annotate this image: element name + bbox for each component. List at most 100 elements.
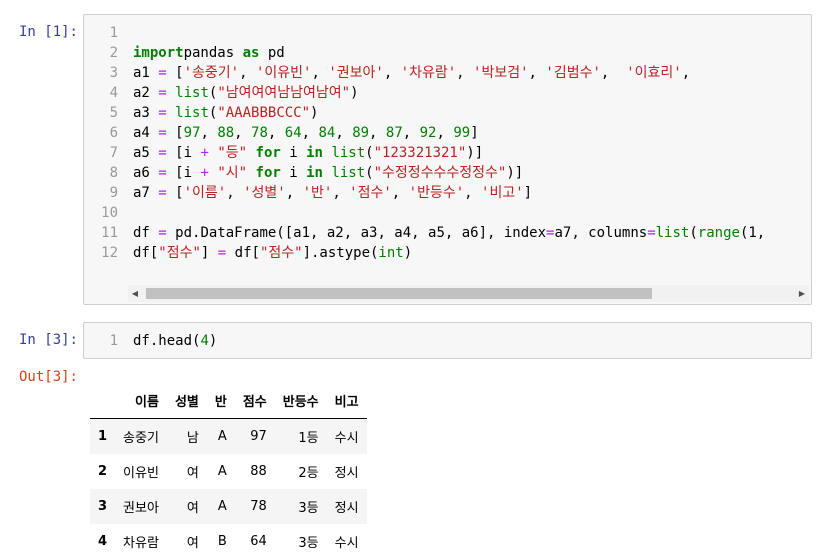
code-line[interactable]: 11df = pd.DataFrame([a1, a2, a3, a4, a5,… xyxy=(84,223,811,243)
code-cell-1[interactable]: 12importpandas as pd3a1 = ['송중기', '이유빈',… xyxy=(83,14,812,305)
code-text: a5 = [i + "등" for i in list("123321321")… xyxy=(133,143,483,163)
code-token: ) xyxy=(350,85,358,101)
code-token: ) xyxy=(404,245,412,261)
code-token: + xyxy=(200,145,208,161)
code-line[interactable]: 10 xyxy=(84,203,811,223)
code-token: a6 xyxy=(133,165,158,181)
table-body: 1송중기남A971등수시2이유빈여A882등정시3권보아여A783등정시4차유람… xyxy=(90,419,367,559)
scrollbar-thumb[interactable] xyxy=(146,288,652,299)
code-token: = xyxy=(158,85,166,101)
horizontal-scrollbar[interactable]: ◀ ▶ xyxy=(128,285,809,302)
code-line[interactable]: 7 a5 = [i + "등" for i in list("123321321"… xyxy=(84,143,811,163)
scroll-left-arrow-icon[interactable]: ◀ xyxy=(128,285,142,302)
code-cell-3[interactable]: 1df.head(4) xyxy=(83,322,812,359)
code-token: i xyxy=(281,145,306,161)
table-cell: 남 xyxy=(167,419,207,455)
code-token: '송중기' xyxy=(184,65,240,81)
code-token xyxy=(247,165,255,181)
line-number: 7 xyxy=(84,143,118,163)
table-cell: 88 xyxy=(235,454,275,489)
code-token: a3 xyxy=(133,105,158,121)
code-token: 87 xyxy=(386,125,403,141)
code-token: = xyxy=(158,105,166,121)
table-cell: 정시 xyxy=(327,454,367,489)
code-text: a2 = list("남여여여남남여남여") xyxy=(133,83,359,103)
code-token: df xyxy=(133,225,158,241)
code-token: "123321321" xyxy=(374,145,467,161)
code-token: , xyxy=(384,65,401,81)
code-token: )] xyxy=(506,165,523,181)
code-token: ( xyxy=(365,145,373,161)
row-index: 1 xyxy=(90,419,115,455)
column-header: 비고 xyxy=(327,383,367,419)
code-token: '차유람' xyxy=(401,65,457,81)
code-token: 88 xyxy=(217,125,234,141)
code-token: range xyxy=(698,225,740,241)
table-cell: A xyxy=(207,454,235,489)
code-token: ) xyxy=(209,333,217,349)
code-token: a5 xyxy=(133,145,158,161)
line-number: 9 xyxy=(84,183,118,203)
column-header: 점수 xyxy=(235,383,275,419)
code-token: "시" xyxy=(217,165,247,181)
code-token: , xyxy=(332,185,349,201)
code-text: df["점수"] = df["점수"].astype(int) xyxy=(133,243,412,263)
code-token: df.head( xyxy=(133,333,200,349)
code-line[interactable]: 8a6 = [i + "시" for i in list("수정정수수수정정수"… xyxy=(84,163,811,183)
row-index: 2 xyxy=(90,454,115,489)
code-line[interactable]: 6 a4 = [97, 88, 78, 64, 84, 89, 87, 92, 9… xyxy=(84,123,811,143)
code-text: a4 = [97, 88, 78, 64, 84, 89, 87, 92, 99… xyxy=(133,123,479,143)
code-token: , xyxy=(335,125,352,141)
code-token: list xyxy=(331,145,365,161)
code-token: '성별' xyxy=(243,185,286,201)
prompt-in-1: In [1]: xyxy=(0,24,78,41)
column-header: 성별 xyxy=(167,383,207,419)
code-token: = xyxy=(158,185,166,201)
code-text: importpandas as pd xyxy=(133,43,285,63)
code-line[interactable]: 9a7 = ['이름', '성별', '반', '점수', '반등수', '비고… xyxy=(84,183,811,203)
scroll-right-arrow-icon[interactable]: ▶ xyxy=(795,285,809,302)
code-token: = xyxy=(158,145,166,161)
line-number: 6 xyxy=(84,123,118,143)
code-text: df = pd.DataFrame([a1, a2, a3, a4, a5, a… xyxy=(133,223,765,243)
code-token: , xyxy=(200,125,217,141)
code-line[interactable]: 4a2 = list("남여여여남남여남여") xyxy=(84,83,811,103)
code-token: , xyxy=(239,65,256,81)
code-token: = xyxy=(647,225,655,241)
code-token: a7 xyxy=(133,185,158,201)
code-token: list xyxy=(175,105,209,121)
code-token: [ xyxy=(167,65,184,81)
table-cell: 3등 xyxy=(275,524,327,559)
code-token: , xyxy=(392,185,409,201)
code-token: [i xyxy=(167,165,201,181)
code-token: (1, xyxy=(740,225,765,241)
code-token: as xyxy=(243,45,260,61)
code-token: i xyxy=(281,165,306,181)
code-token: in xyxy=(306,145,323,161)
table-cell: 여 xyxy=(167,454,207,489)
table-cell: A xyxy=(207,419,235,455)
table-cell: 송중기 xyxy=(115,419,167,455)
dataframe-output: 이름성별반점수반등수비고 1송중기남A971등수시2이유빈여A882등정시3권보… xyxy=(90,383,367,559)
code-token: , xyxy=(286,185,303,201)
code-token: 92 xyxy=(420,125,437,141)
table-cell: 78 xyxy=(235,489,275,524)
code-line[interactable]: 3a1 = ['송중기', '이유빈', '권보아', '차유람', '박보검'… xyxy=(84,63,811,83)
table-row: 2이유빈여A882등정시 xyxy=(90,454,367,489)
code-line[interactable]: 1df.head(4) xyxy=(84,331,811,351)
code-line[interactable]: 5a3 = list("AAABBBCCC") xyxy=(84,103,811,123)
code-token: , xyxy=(403,125,420,141)
table-cell: 차유람 xyxy=(115,524,167,559)
code-token: "수정정수수수정정수" xyxy=(374,165,507,181)
code-token: '권보아' xyxy=(328,65,384,81)
table-cell: 3등 xyxy=(275,489,327,524)
code-token: df[ xyxy=(133,245,158,261)
table-cell: 수시 xyxy=(327,524,367,559)
code-line[interactable]: 2importpandas as pd xyxy=(84,43,811,63)
code-line[interactable]: 12df["점수"] = df["점수"].astype(int) xyxy=(84,243,811,263)
code-line[interactable]: 1 xyxy=(84,23,811,43)
row-index: 3 xyxy=(90,489,115,524)
code-text: a1 = ['송중기', '이유빈', '권보아', '차유람', '박보검',… xyxy=(133,63,690,83)
column-header: 이름 xyxy=(115,383,167,419)
table-cell: 1등 xyxy=(275,419,327,455)
